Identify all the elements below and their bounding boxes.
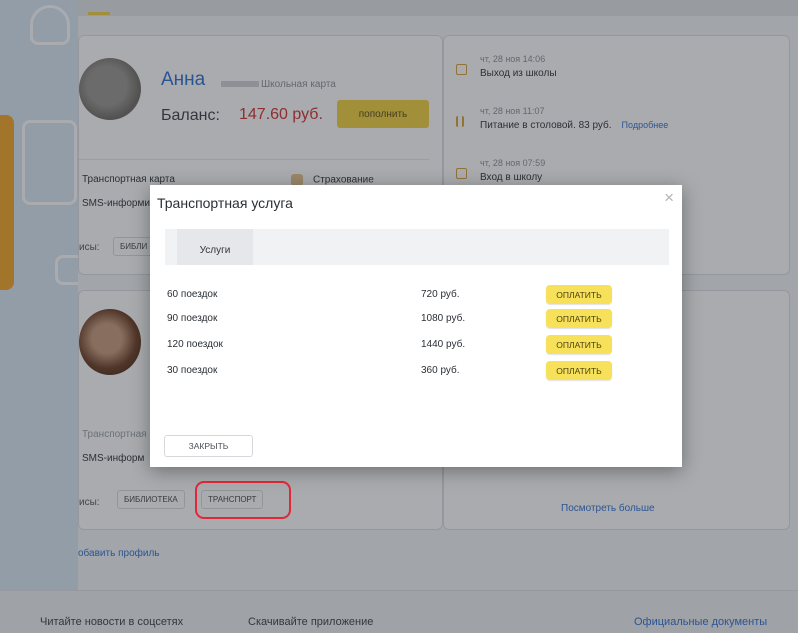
close-button[interactable]: ЗАКРЫТЬ (164, 435, 253, 457)
pay-button[interactable]: ОПЛАТИТЬ (546, 309, 612, 328)
pay-button[interactable]: ОПЛАТИТЬ (546, 361, 612, 380)
tabs-bar: Услуги (165, 229, 669, 265)
service-price: 360 руб. (421, 365, 460, 376)
service-name: 120 поездок (167, 339, 223, 350)
pay-button[interactable]: ОПЛАТИТЬ (546, 335, 612, 354)
service-name: 60 поездок (167, 289, 218, 300)
highlight-annotation (195, 481, 291, 519)
transport-service-modal: Транспортная услуга × Услуги 60 поездок … (150, 185, 682, 467)
list-item: 60 поездок 720 руб. ОПЛАТИТЬ (167, 285, 627, 305)
service-price: 1080 руб. (421, 313, 466, 324)
list-item: 90 поездок 1080 руб. ОПЛАТИТЬ (167, 309, 627, 329)
tab-services[interactable]: Услуги (177, 229, 253, 265)
service-price: 720 руб. (421, 289, 460, 300)
pay-button[interactable]: ОПЛАТИТЬ (546, 285, 612, 304)
modal-title: Транспортная услуга (157, 195, 293, 211)
service-price: 1440 руб. (421, 339, 466, 350)
close-icon[interactable]: × (664, 189, 674, 206)
service-name: 90 поездок (167, 313, 218, 324)
list-item: 30 поездок 360 руб. ОПЛАТИТЬ (167, 361, 627, 381)
list-item: 120 поездок 1440 руб. ОПЛАТИТЬ (167, 335, 627, 355)
service-name: 30 поездок (167, 365, 218, 376)
